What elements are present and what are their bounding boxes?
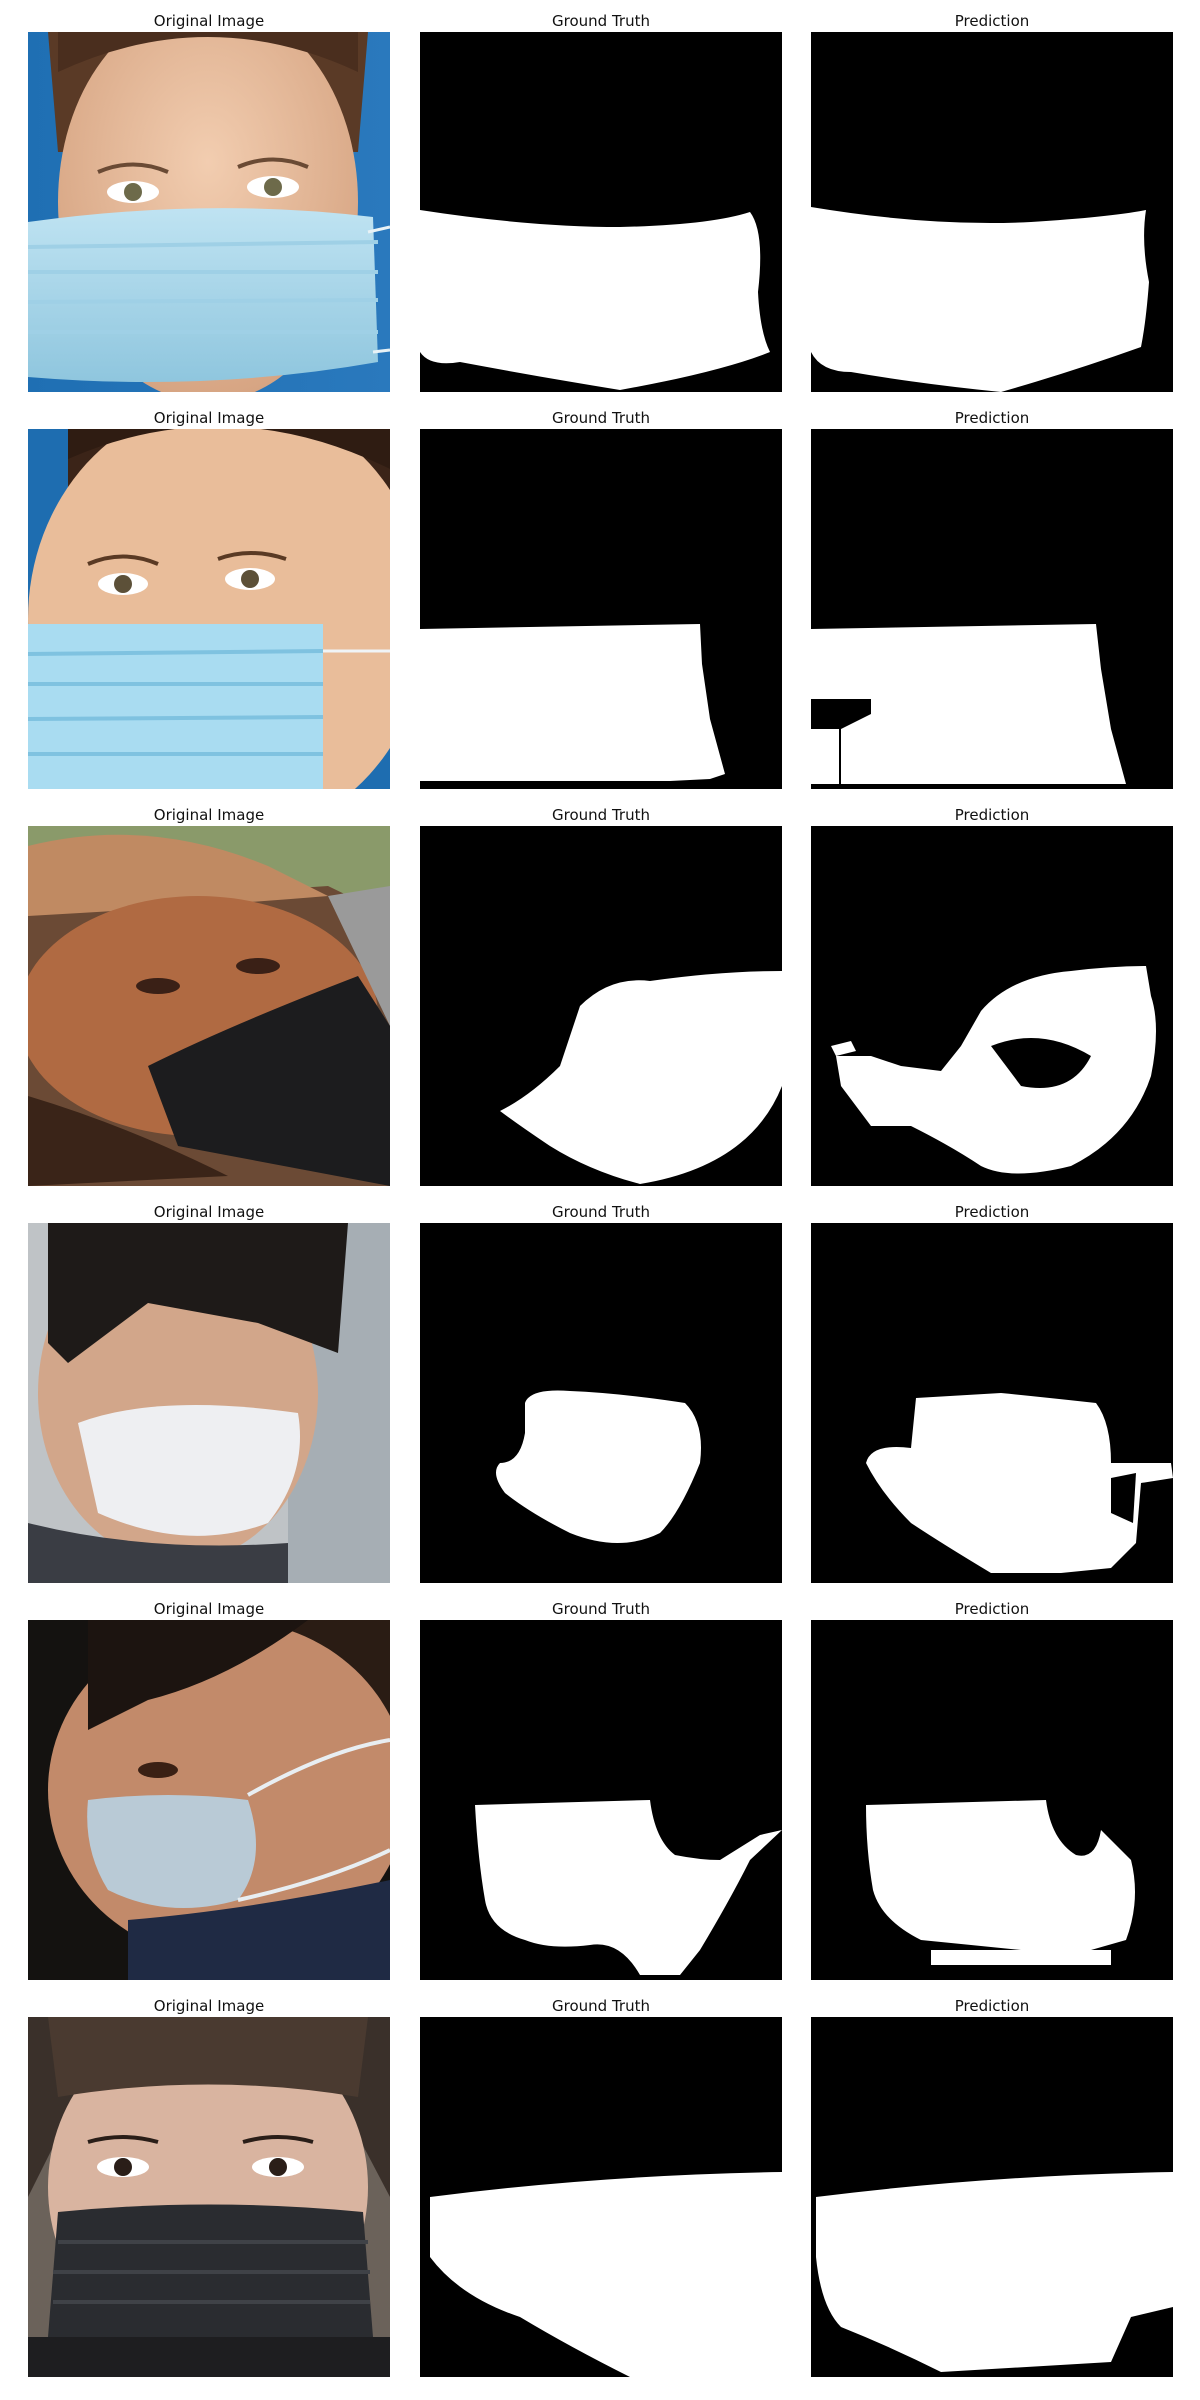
prediction-mask [811,429,1173,789]
panel-title: Prediction [954,12,1030,30]
panel-title: Original Image [153,1997,265,2015]
panel-title: Ground Truth [552,806,650,824]
ground-truth-mask [420,1223,782,1583]
ground-truth-mask [420,32,782,392]
panel-title: Prediction [954,1997,1030,2015]
original-image [28,826,390,1186]
original-image [28,32,390,392]
prediction-mask [811,826,1173,1186]
prediction-mask [811,32,1173,392]
panel-title: Prediction [954,1203,1030,1221]
prediction-mask [811,1223,1173,1583]
panel-title: Prediction [954,1600,1030,1618]
panel-title: Ground Truth [552,1600,650,1618]
original-image [28,429,390,789]
ground-truth-mask [420,429,782,789]
panel-title: Ground Truth [552,1997,650,2015]
panel-title: Ground Truth [552,12,650,30]
panel-title: Prediction [954,806,1030,824]
ground-truth-mask [420,1620,782,1980]
ground-truth-mask [420,826,782,1186]
panel-title: Original Image [153,806,265,824]
panel-title: Original Image [153,1203,265,1221]
panel-title: Original Image [153,1600,265,1618]
prediction-mask [811,2017,1173,2377]
original-image [28,1223,390,1583]
original-image [28,1620,390,1980]
panel-title: Ground Truth [552,1203,650,1221]
figure-grid: Original Image Ground Truth Prediction O… [0,0,1200,2400]
prediction-mask [811,1620,1173,1980]
panel-title: Original Image [153,12,265,30]
ground-truth-mask [420,2017,782,2377]
panel-title: Original Image [153,409,265,427]
original-image [28,2017,390,2377]
panel-title: Ground Truth [552,409,650,427]
panel-title: Prediction [954,409,1030,427]
